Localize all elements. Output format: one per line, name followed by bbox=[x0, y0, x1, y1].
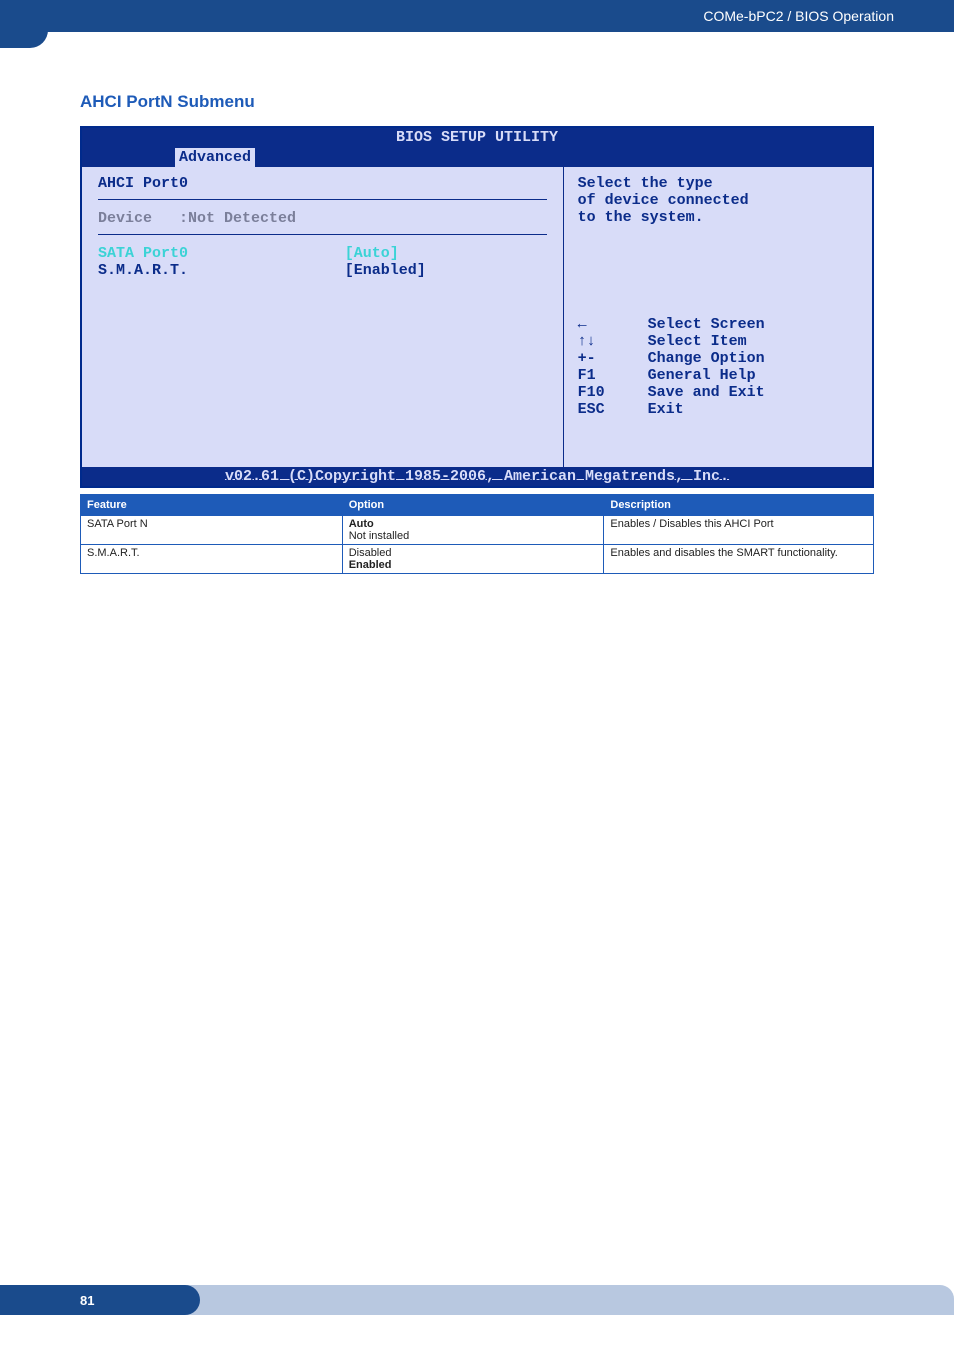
nav-exit: ESC Exit bbox=[578, 401, 858, 418]
nav-select-item: ↑↓ Select Item bbox=[578, 333, 858, 350]
col-option: Option bbox=[342, 495, 604, 516]
help-line-1: Select the type bbox=[578, 175, 858, 192]
bios-title-bar: BIOS SETUP UTILITY bbox=[82, 128, 872, 148]
nav-label: General Help bbox=[648, 367, 756, 384]
opt-bold: Auto bbox=[349, 518, 374, 530]
cell-option: Disabled Enabled bbox=[342, 545, 604, 574]
nav-label: Change Option bbox=[648, 350, 765, 367]
bios-screenshot: BIOS SETUP UTILITY Advanced AHCI Port0 D… bbox=[80, 126, 874, 488]
nav-key: ESC bbox=[578, 401, 624, 418]
nav-key: ↑↓ bbox=[578, 333, 624, 350]
content: AHCI PortN Submenu BIOS SETUP UTILITY Ad… bbox=[0, 32, 954, 574]
col-description: Description bbox=[604, 495, 874, 516]
smart-row[interactable]: S.M.A.R.T. [Enabled] bbox=[98, 262, 547, 279]
sata-port-label: SATA Port0 bbox=[98, 245, 345, 262]
copyright-text: v02.61 (C)Copyright 1985-2006, American … bbox=[225, 468, 729, 485]
bios-right-pane: Select the type of device connected to t… bbox=[564, 167, 872, 467]
nav-general-help: F1 General Help bbox=[578, 367, 858, 384]
nav-key: F10 bbox=[578, 384, 624, 401]
smart-value: [Enabled] bbox=[345, 262, 547, 279]
nav-label: Select Screen bbox=[648, 316, 765, 333]
nav-select-screen: ← Select Screen bbox=[578, 316, 858, 333]
nav-label: Exit bbox=[648, 401, 684, 418]
nav-label: Select Item bbox=[648, 333, 747, 350]
device-value: :Not Detected bbox=[179, 210, 296, 227]
nav-save-exit: F10 Save and Exit bbox=[578, 384, 858, 401]
nav-label: Save and Exit bbox=[648, 384, 765, 401]
help-line-2: of device connected bbox=[578, 192, 858, 209]
opt-plain: Disabled bbox=[349, 547, 392, 559]
page-header: COMe-bPC2 / BIOS Operation bbox=[0, 0, 954, 32]
nav-key: F1 bbox=[578, 367, 624, 384]
breadcrumb: COMe-bPC2 / BIOS Operation bbox=[703, 8, 894, 24]
bios-body: AHCI Port0 Device :Not Detected SATA Por… bbox=[82, 167, 872, 467]
cell-description: Enables / Disables this AHCI Port bbox=[604, 516, 874, 545]
divider-2 bbox=[98, 234, 547, 235]
table-header-row: Feature Option Description bbox=[81, 495, 874, 516]
opt-bold: Enabled bbox=[349, 559, 392, 571]
section-title: AHCI PortN Submenu bbox=[80, 92, 874, 112]
smart-label: S.M.A.R.T. bbox=[98, 262, 345, 279]
device-row: Device :Not Detected bbox=[98, 210, 547, 227]
bios-copyright: v02.61 (C)Copyright 1985-2006, American … bbox=[82, 467, 872, 486]
nav-help-block: ← Select Screen ↑↓ Select Item +- Change Op… bbox=[578, 316, 858, 418]
nav-key: ← bbox=[578, 316, 624, 333]
help-line-3: to the system. bbox=[578, 209, 858, 226]
sata-port-value: [Auto] bbox=[345, 245, 547, 262]
cell-feature: S.M.A.R.T. bbox=[81, 545, 343, 574]
device-label: Device bbox=[98, 210, 152, 227]
cell-option: Auto Not installed bbox=[342, 516, 604, 545]
table-row: S.M.A.R.T. Disabled Enabled Enables and … bbox=[81, 545, 874, 574]
cell-feature: SATA Port N bbox=[81, 516, 343, 545]
page-number: 81 bbox=[0, 1285, 200, 1315]
nav-change-option: +- Change Option bbox=[578, 350, 858, 367]
tab-advanced[interactable]: Advanced bbox=[175, 148, 255, 167]
cell-description: Enables and disables the SMART functiona… bbox=[604, 545, 874, 574]
sata-port-row[interactable]: SATA Port0 [Auto] bbox=[98, 245, 547, 262]
page-footer: 81 bbox=[0, 1285, 954, 1315]
divider bbox=[98, 199, 547, 200]
bios-left-pane: AHCI Port0 Device :Not Detected SATA Por… bbox=[82, 167, 564, 467]
ahci-port-title: AHCI Port0 bbox=[98, 175, 547, 192]
table-row: SATA Port N Auto Not installed Enables /… bbox=[81, 516, 874, 545]
nav-key: +- bbox=[578, 350, 624, 367]
feature-table: Feature Option Description SATA Port N A… bbox=[80, 494, 874, 574]
bios-tab-row: Advanced bbox=[82, 148, 872, 167]
opt-plain: Not installed bbox=[349, 530, 410, 542]
col-feature: Feature bbox=[81, 495, 343, 516]
